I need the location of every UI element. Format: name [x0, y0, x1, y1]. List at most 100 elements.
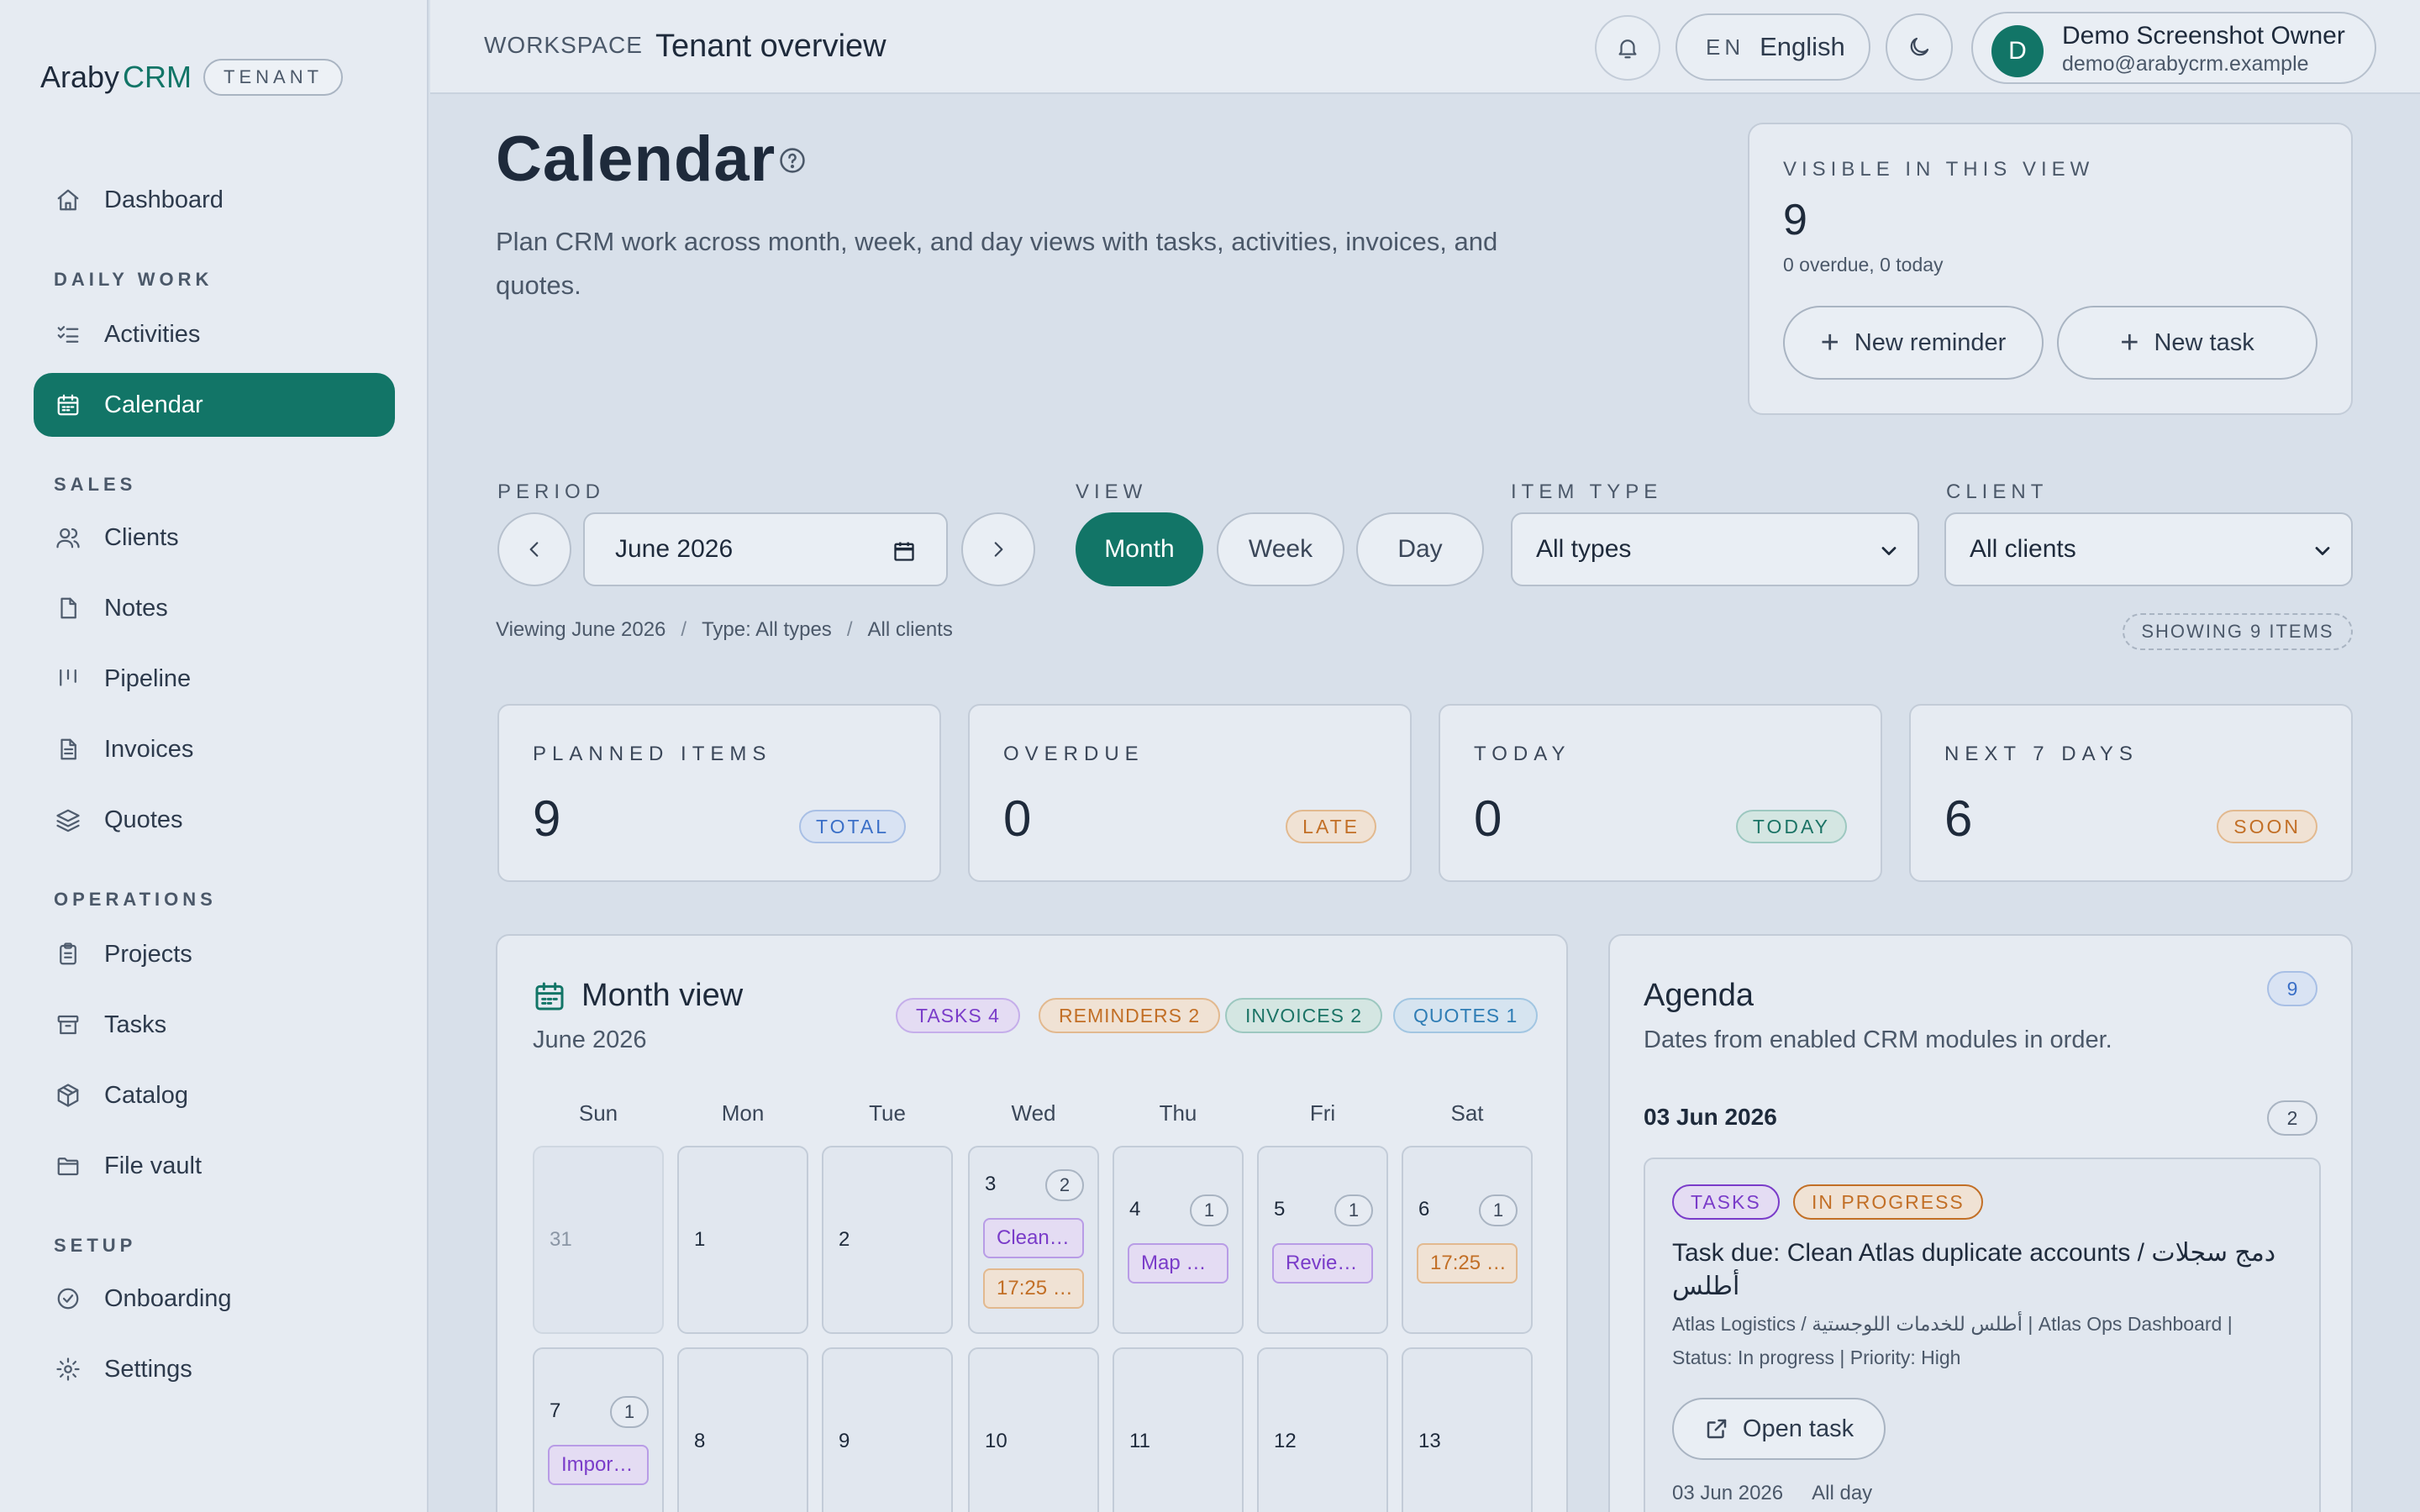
- agenda-tag-tasks: TASKS: [1672, 1184, 1780, 1220]
- sidebar-item-tasks[interactable]: Tasks: [34, 993, 395, 1057]
- sidebar-item-label: Calendar: [104, 391, 203, 418]
- stat-value: 0: [1003, 790, 1032, 847]
- stat-value: 9: [533, 790, 561, 847]
- sidebar-item-notes[interactable]: Notes: [34, 576, 395, 640]
- day-number: 2: [839, 1228, 850, 1251]
- legend-chip-tasks[interactable]: TASKS 4: [896, 998, 1020, 1033]
- users-icon: [56, 528, 80, 549]
- tenant-badge: TENANT: [203, 59, 344, 96]
- day-cell[interactable]: 6 1 17:25 …: [1402, 1146, 1533, 1334]
- user-menu-button[interactable]: D Demo Screenshot Owner demo@arabycrm.ex…: [1971, 12, 2376, 84]
- language-button[interactable]: EN English: [1676, 13, 1870, 81]
- sidebar-item-dashboard[interactable]: Dashboard: [34, 168, 395, 232]
- day-cell[interactable]: 3 2 Clean… 17:25 …: [968, 1146, 1099, 1334]
- notifications-button[interactable]: [1595, 15, 1660, 81]
- moon-icon: [1910, 37, 1929, 56]
- sidebar-item-label: Catalog: [104, 1081, 188, 1109]
- day-cell[interactable]: 5 1 Revie…: [1257, 1146, 1388, 1334]
- language-code: EN: [1706, 34, 1745, 60]
- day-number: 11: [1129, 1430, 1150, 1452]
- home-icon: [57, 189, 79, 211]
- layers-icon: [56, 809, 80, 832]
- brand-logo[interactable]: Araby CRM TENANT: [40, 57, 344, 97]
- help-icon[interactable]: [778, 146, 807, 175]
- view-week-button[interactable]: Week: [1217, 512, 1344, 586]
- day-cell[interactable]: 31: [533, 1146, 664, 1334]
- new-reminder-label: New reminder: [1854, 328, 2007, 356]
- calendar-event-task[interactable]: Revie…: [1272, 1243, 1373, 1284]
- breadcrumb-type: Type: All types: [702, 618, 832, 641]
- day-cell[interactable]: 13: [1402, 1347, 1533, 1512]
- chevron-right-icon: [994, 542, 1003, 557]
- sidebar-item-file-vault[interactable]: File vault: [34, 1134, 395, 1198]
- legend-chip-quotes[interactable]: QUOTES 1: [1393, 998, 1539, 1033]
- calendar-picker-icon[interactable]: [892, 539, 916, 563]
- day-cell[interactable]: 8: [677, 1347, 808, 1512]
- weekday-header: Mon: [721, 1100, 765, 1126]
- sidebar-item-settings[interactable]: Settings: [34, 1337, 395, 1401]
- day-cell[interactable]: 4 1 Map …: [1113, 1146, 1244, 1334]
- package-icon: [57, 1084, 79, 1107]
- period-label: PERIOD: [497, 480, 606, 503]
- sidebar-item-quotes[interactable]: Quotes: [34, 788, 395, 852]
- sidebar-item-label: Invoices: [104, 735, 194, 763]
- calendar-icon: [57, 394, 79, 416]
- theme-toggle-button[interactable]: [1886, 13, 1953, 81]
- month-view-card: Month view June 2026 TASKS 4 REMINDERS 2…: [496, 934, 1568, 1512]
- agenda-item-title: Task due: Clean Atlas duplicate accounts…: [1672, 1239, 2276, 1300]
- sidebar-item-projects[interactable]: Projects: [34, 922, 395, 986]
- day-number: 5: [1274, 1198, 1286, 1221]
- calendar-event-task[interactable]: Impor…: [548, 1445, 649, 1485]
- sidebar-item-pipeline[interactable]: Pipeline: [34, 647, 395, 711]
- gear-icon: [56, 1357, 80, 1381]
- calendar-event-task[interactable]: Clean…: [983, 1218, 1084, 1258]
- sidebar-item-onboarding[interactable]: Onboarding: [34, 1267, 395, 1331]
- open-task-button[interactable]: Open task: [1672, 1398, 1886, 1460]
- day-cell[interactable]: 1: [677, 1146, 808, 1334]
- breadcrumb-separator: /: [681, 618, 687, 641]
- agenda-item[interactable]: TASKS IN PROGRESS Task due: Clean Atlas …: [1644, 1158, 2321, 1512]
- sidebar-item-invoices[interactable]: Invoices: [34, 717, 395, 781]
- view-month-button[interactable]: Month: [1076, 512, 1203, 586]
- sidebar-item-catalog[interactable]: Catalog: [34, 1063, 395, 1127]
- calendar-event-reminder[interactable]: 17:25 …: [1417, 1243, 1518, 1284]
- sidebar-item-calendar[interactable]: Calendar: [34, 373, 395, 437]
- workspace-label: WORKSPACE: [484, 32, 643, 58]
- nav-section-sales: SALES: [54, 474, 137, 495]
- sidebar-item-clients[interactable]: Clients: [34, 506, 395, 570]
- sidebar-item-activities[interactable]: Activities: [34, 302, 395, 366]
- legend-chip-invoices[interactable]: INVOICES 2: [1225, 998, 1383, 1033]
- stat-today: TODAY 0 TODAY: [1439, 704, 1882, 882]
- day-cell[interactable]: 7 1 Impor…: [533, 1347, 664, 1512]
- previous-period-button[interactable]: [497, 512, 571, 586]
- open-task-label: Open task: [1742, 1415, 1854, 1442]
- stat-label: OVERDUE: [1003, 743, 1144, 765]
- day-number: 10: [985, 1430, 1007, 1452]
- day-cell[interactable]: 2: [822, 1146, 953, 1334]
- agenda-count-badge: 9: [2267, 971, 2317, 1006]
- bell-icon: [1618, 39, 1637, 59]
- client-select[interactable]: All clients: [1944, 512, 2353, 586]
- stat-badge: TOTAL: [799, 810, 906, 843]
- day-cell[interactable]: 12: [1257, 1347, 1388, 1512]
- calendar-event-reminder[interactable]: 17:25 …: [983, 1268, 1084, 1309]
- legend-chip-reminders[interactable]: REMINDERS 2: [1039, 998, 1221, 1033]
- nav-section-daily-work: DAILY WORK: [54, 269, 213, 290]
- chevron-down-icon: [2315, 547, 2330, 555]
- clipboard-icon: [60, 942, 76, 965]
- period-input[interactable]: June 2026: [583, 512, 948, 586]
- day-cell[interactable]: 9: [822, 1347, 953, 1512]
- calendar-event-task[interactable]: Map …: [1128, 1243, 1228, 1284]
- breadcrumb-separator: /: [846, 618, 853, 641]
- day-number: 1: [694, 1228, 706, 1251]
- next-period-button[interactable]: [961, 512, 1035, 586]
- item-type-select[interactable]: All types: [1511, 512, 1919, 586]
- day-cell[interactable]: 11: [1113, 1347, 1244, 1512]
- new-task-button[interactable]: + New task: [2057, 306, 2317, 380]
- workspace-title: Tenant overview: [655, 29, 886, 64]
- calendar-icon: [535, 982, 564, 1011]
- day-cell[interactable]: 10: [968, 1347, 1099, 1512]
- view-day-button[interactable]: Day: [1356, 512, 1484, 586]
- new-reminder-button[interactable]: + New reminder: [1783, 306, 2044, 380]
- external-link-icon: [1707, 1419, 1727, 1439]
